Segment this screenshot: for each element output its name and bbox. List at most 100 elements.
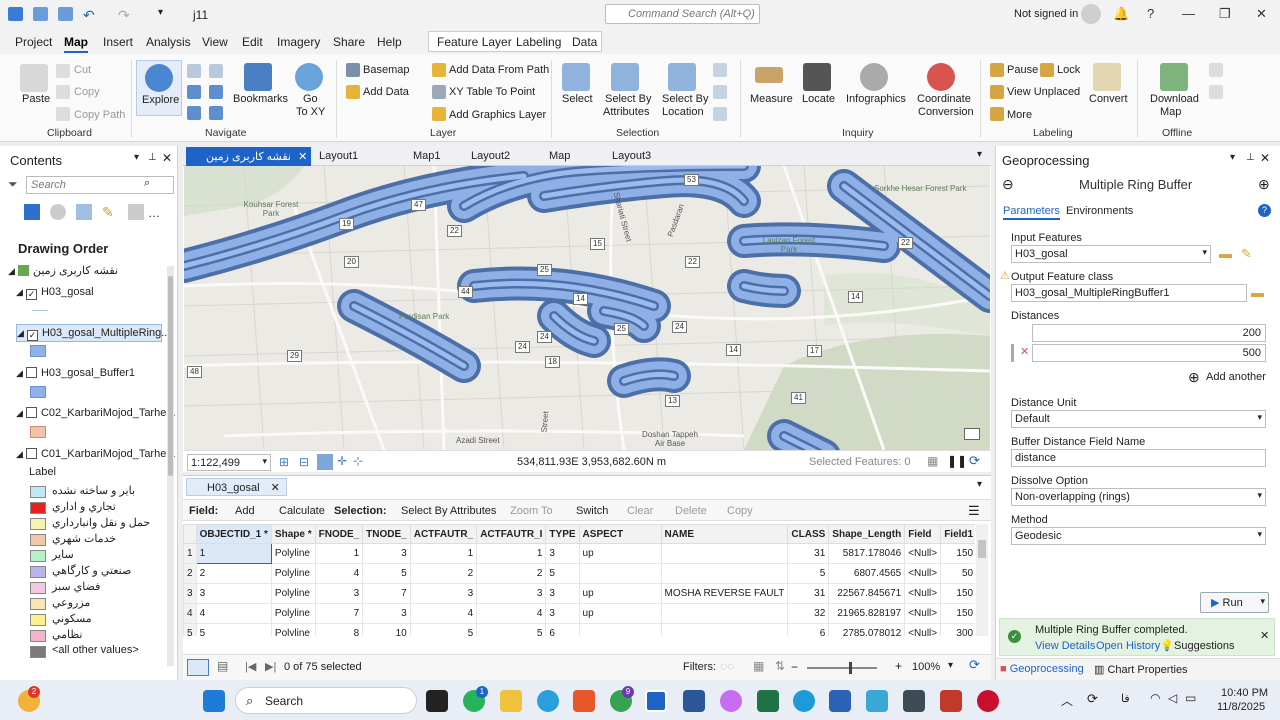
bookmarks-button[interactable]: Bookmarks (233, 93, 288, 105)
xy-table-to-point-button[interactable]: XY Table To Point (449, 86, 535, 98)
close-tab-icon[interactable]: ✕ (271, 482, 280, 494)
coordinate-conversion-label-1[interactable]: Coordinate (917, 93, 971, 105)
input-language[interactable]: فا (1121, 692, 1130, 705)
select-by-location-label-1[interactable]: Select By (662, 93, 708, 105)
tab-geoprocessing[interactable]: ■ Geoprocessing (1000, 663, 1084, 675)
legend-swatch[interactable] (30, 582, 46, 594)
tab-feature-layer[interactable]: Feature Layer (437, 35, 512, 49)
table-cell[interactable]: 2785.078012 (828, 623, 906, 636)
tab-project[interactable]: Project (15, 35, 52, 49)
add-another-icon[interactable]: ⊕ (1188, 369, 1200, 386)
tab-chart-properties[interactable]: ▥ Chart Properties (1094, 663, 1188, 676)
restore-button[interactable]: ❐ (1219, 6, 1231, 22)
pause-drawing-icon[interactable]: ❚❚ (947, 454, 967, 468)
column-header[interactable]: ACTFAUTR_ (409, 524, 478, 544)
reader-icon[interactable] (573, 690, 595, 712)
column-header[interactable]: OBJECTID_1 * (195, 524, 272, 544)
table-row[interactable]: 1 1 Polyline 1 3 1 1 3 up 31 5817.178046 <Null> 150 (183, 543, 975, 564)
table-cell[interactable]: 150 (940, 603, 975, 624)
telegram-icon[interactable] (537, 690, 559, 712)
browse-folder-icon[interactable]: ▬ (1219, 246, 1232, 261)
table-row[interactable]: 4 4 Polyline 7 3 4 4 3 up 32 21965.828197 <Null> 150 (183, 603, 975, 624)
grid-options-icon[interactable]: ⊟ (299, 455, 309, 469)
layer-visibility-checkbox[interactable]: ✓ (25, 289, 37, 300)
table-cell[interactable]: 5817.178046 (828, 543, 906, 564)
legend-swatch[interactable] (30, 598, 46, 610)
tab-layout1[interactable]: Layout1 (299, 147, 362, 166)
table-cell[interactable] (660, 623, 789, 636)
column-header[interactable]: Field (904, 524, 942, 544)
crosshair-icon[interactable]: ✛ (337, 454, 347, 468)
explore-button[interactable]: Explore (136, 60, 182, 116)
pin-icon[interactable]: ⊥ (148, 152, 157, 163)
table-cell[interactable]: 3 (314, 583, 364, 604)
paste-button[interactable]: Paste (22, 93, 50, 105)
file-explorer-icon[interactable] (500, 690, 522, 712)
zoom-slider[interactable] (807, 662, 877, 674)
tab-help[interactable]: Help (377, 35, 402, 49)
copy-path-button[interactable]: Copy Path (74, 109, 125, 121)
legend-swatch[interactable] (30, 518, 46, 530)
table-cell[interactable]: 150 (940, 583, 975, 604)
table-cell[interactable]: up (578, 603, 662, 624)
column-header[interactable]: TYPE (545, 524, 580, 544)
back-icon[interactable]: ⊖ (1002, 176, 1014, 193)
tab-environments[interactable]: Environments (1066, 205, 1133, 217)
tab-labeling[interactable]: Labeling (516, 35, 561, 49)
editing-icon[interactable]: ✎ (102, 204, 118, 220)
table-cell[interactable]: up (578, 543, 662, 564)
show-all-records-icon[interactable] (187, 659, 209, 676)
table-cell[interactable]: 5 (787, 563, 830, 584)
pane-menu-icon[interactable]: ▾ (134, 152, 139, 163)
download-map-label-2[interactable]: Map (1160, 106, 1181, 118)
first-record-icon[interactable]: |◀ (245, 660, 256, 673)
table-cell[interactable]: 1 (409, 543, 478, 564)
clear-selection-icon[interactable] (713, 85, 727, 99)
help-button[interactable]: ? (1147, 6, 1154, 21)
input-features-select[interactable]: H03_gosal ▾ (1011, 245, 1211, 263)
table-cell[interactable]: 3 (362, 543, 411, 564)
volume-icon[interactable]: ◁ (1168, 691, 1177, 705)
table-cell[interactable] (578, 623, 662, 636)
dimensions-icon[interactable]: ⊹ (353, 454, 363, 468)
polygon-symbol[interactable] (30, 345, 46, 357)
delete-row-icon[interactable]: ✕ (1020, 345, 1029, 358)
view-details-link[interactable]: View Details (1035, 640, 1095, 652)
drag-handle[interactable] (1011, 344, 1014, 362)
zoom-to-selection-icon[interactable] (713, 107, 727, 121)
more-button[interactable]: More (1007, 109, 1032, 121)
wifi-icon[interactable]: ◠ (1150, 691, 1160, 705)
view-unplaced-button[interactable]: View Unplaced (1007, 86, 1080, 98)
previous-extent-icon[interactable] (187, 106, 201, 120)
refresh-icon[interactable]: ⟳ (969, 453, 980, 469)
pause-button[interactable]: Pause (1007, 64, 1038, 76)
run-button[interactable]: ▶ Run ▾ (1200, 592, 1269, 613)
contents-search-input[interactable]: Search (26, 176, 174, 194)
close-pane-icon[interactable]: ✕ (162, 151, 172, 165)
last-record-icon[interactable]: ▶| (265, 660, 276, 673)
switch-selection-button[interactable]: Switch (576, 505, 608, 517)
select-by-attributes-label-1[interactable]: Select By (605, 93, 651, 105)
convert-button[interactable]: Convert (1089, 93, 1128, 105)
table-cell[interactable]: <Null> (904, 543, 942, 564)
add-another-button[interactable]: Add another (1206, 371, 1266, 383)
table-cell[interactable]: 21965.828197 (828, 603, 906, 624)
battery-icon[interactable]: ▭ (1185, 691, 1196, 705)
method-select[interactable]: Geodesic ▾ (1011, 527, 1266, 545)
pane-menu-icon[interactable]: ▾ (1230, 152, 1235, 163)
minimize-button[interactable]: — (1182, 6, 1195, 21)
refresh-options-icon[interactable]: ▦ (927, 454, 938, 468)
buffer-field-input[interactable]: distance (1011, 449, 1266, 467)
zoom-to-button[interactable]: Zoom To (510, 505, 553, 517)
notifications-icon[interactable]: 🔔 (1113, 6, 1129, 22)
taskbar-search-box[interactable]: ⌕ Search (235, 687, 417, 714)
measure-button[interactable]: Measure (750, 93, 793, 105)
clock-date[interactable]: 11/8/2025 (1217, 701, 1265, 713)
table-cell[interactable] (660, 603, 789, 624)
tab-layout2[interactable]: Layout2 (451, 147, 514, 166)
column-header[interactable]: ASPECT (578, 524, 662, 544)
layer-visibility-checkbox[interactable] (25, 367, 37, 378)
column-header[interactable]: TNODE_ (362, 524, 411, 544)
zoom-in-icon[interactable] (187, 85, 201, 99)
table-cell[interactable]: 6 (545, 623, 580, 636)
